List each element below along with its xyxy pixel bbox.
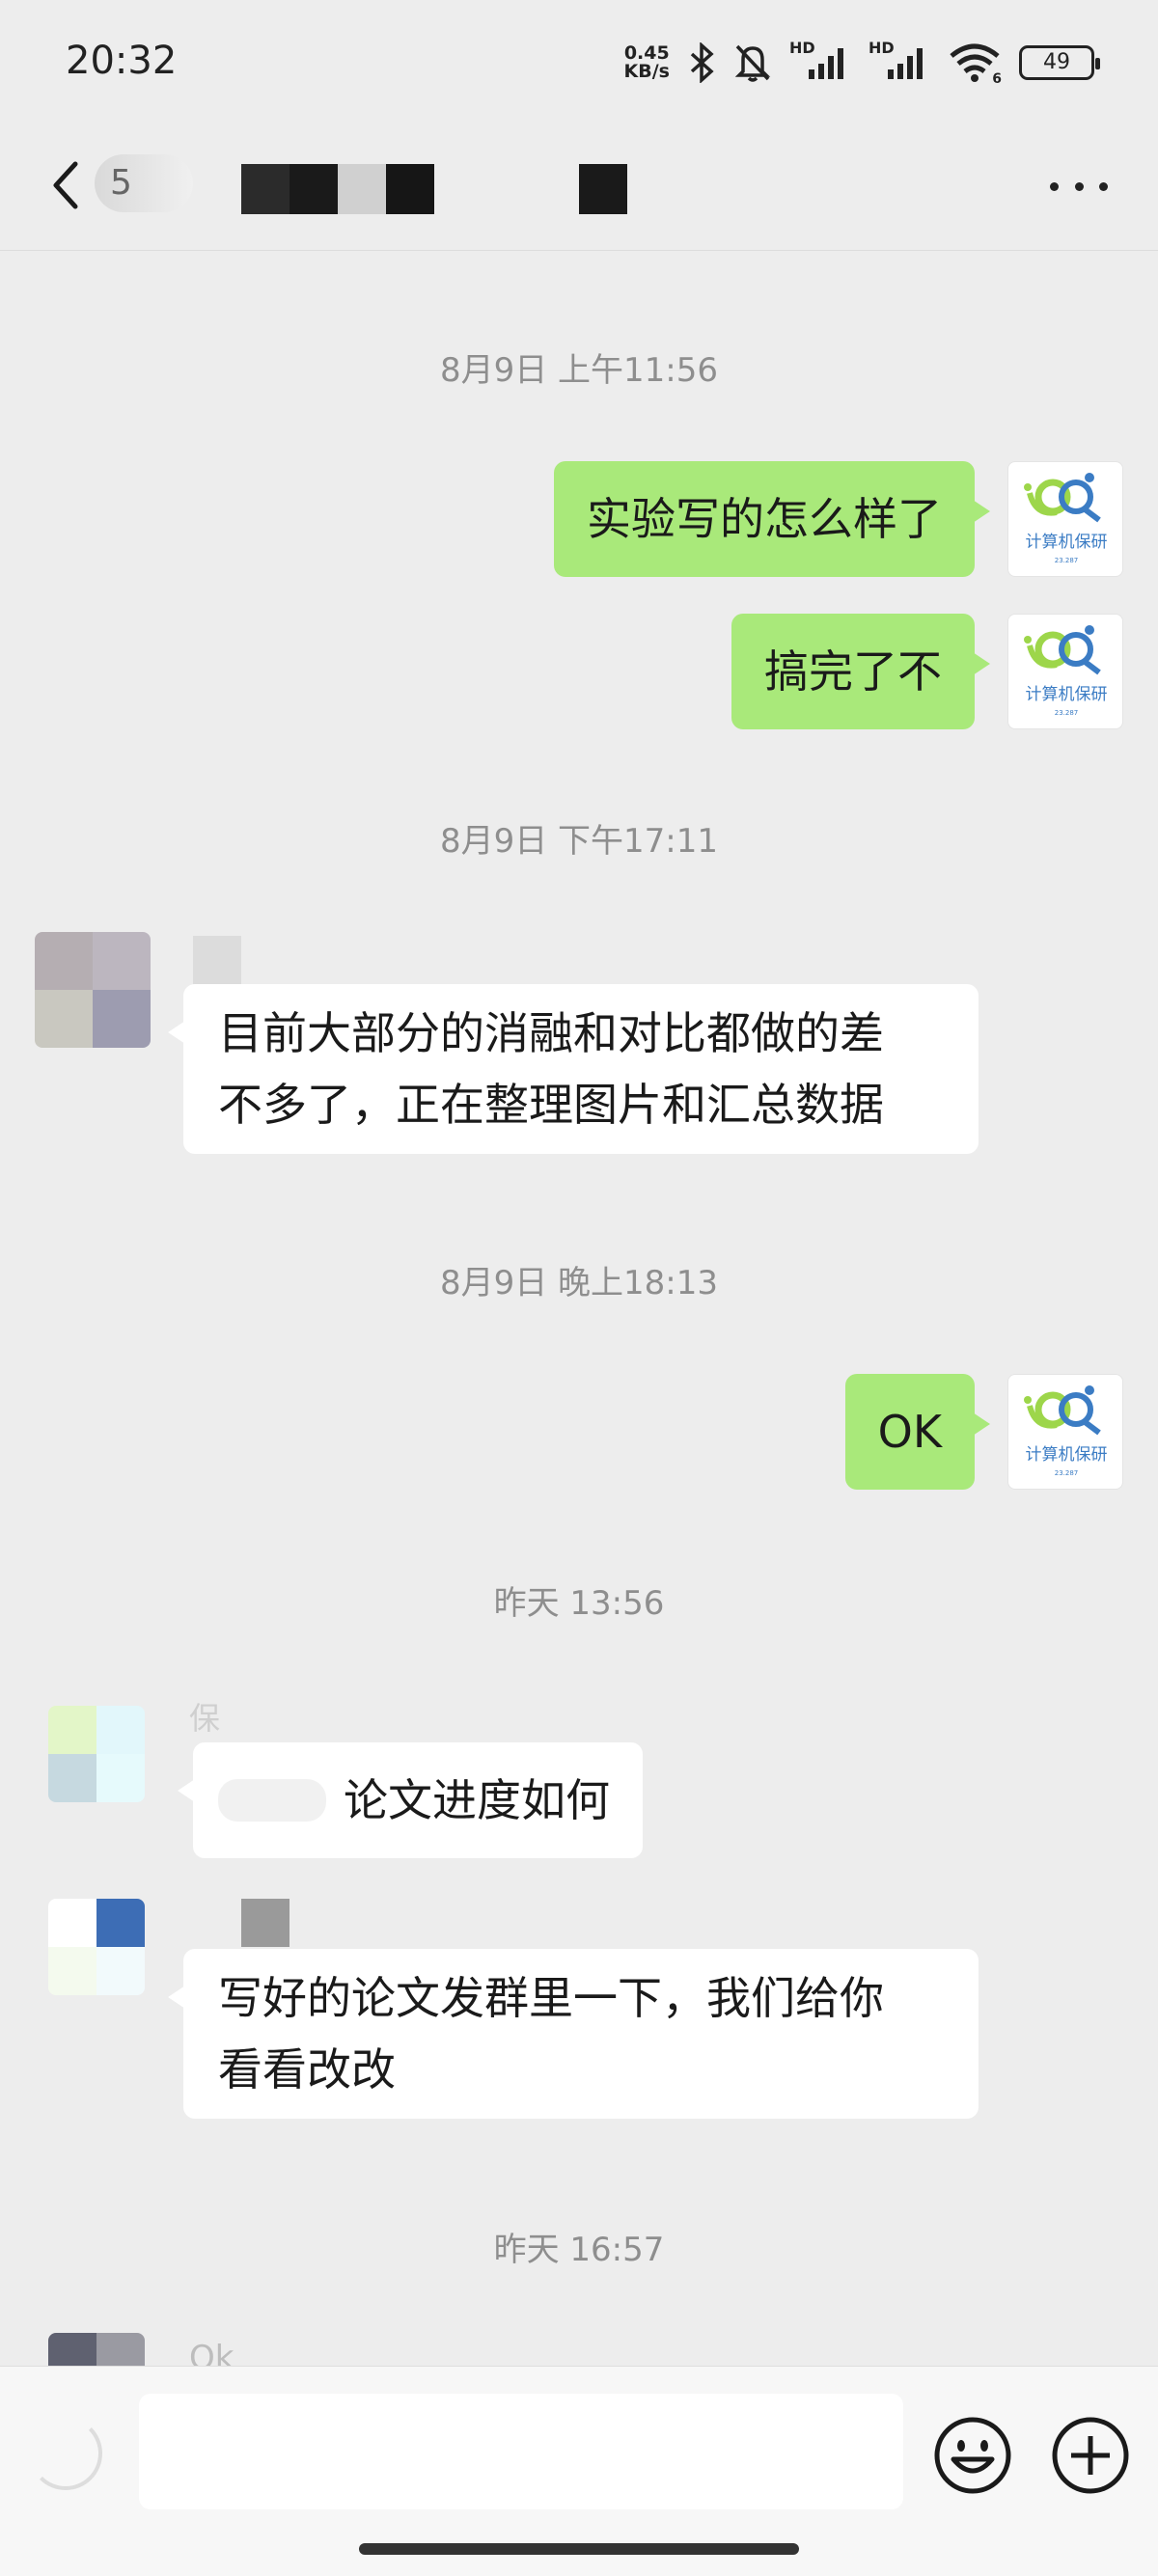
message-line: 看看改改	[218, 2043, 396, 2096]
my-avatar[interactable]: 计算机保研 23.287	[1007, 461, 1123, 577]
redacted-block	[290, 164, 338, 214]
contact-avatar[interactable]	[48, 1899, 145, 1995]
more-options-button[interactable]	[1050, 172, 1108, 201]
logo-caption: 计算机保研	[1026, 685, 1108, 704]
bluetooth-icon	[690, 42, 714, 83]
message-input[interactable]	[139, 2394, 903, 2509]
plus-icon[interactable]	[1050, 2415, 1131, 2496]
my-avatar[interactable]: 计算机保研 23.287	[1007, 614, 1123, 729]
more-dot	[1074, 181, 1084, 191]
message-line: 不多了，正在整理图片和汇总数据	[218, 1079, 884, 1131]
timestamp: 8月9日 晚上18:13	[439, 1264, 719, 1302]
network-speed-unit: KB/s	[623, 61, 670, 82]
redacted-block	[386, 164, 434, 214]
signal-2-label: HD	[868, 39, 895, 57]
contact-avatar[interactable]	[48, 1706, 145, 1802]
home-indicator[interactable]	[359, 2543, 799, 2555]
signal-2: HD	[868, 39, 930, 83]
more-dot	[1099, 181, 1108, 191]
contact-avatar[interactable]	[35, 932, 151, 1048]
contact-message-bubble[interactable]: 论文进度如何	[178, 1742, 643, 1858]
timestamp: 昨天 16:57	[493, 2231, 665, 2269]
logo-caption: 计算机保研	[1026, 1445, 1108, 1465]
wifi: 6	[948, 42, 1002, 87]
emoji-icon[interactable]	[932, 2415, 1013, 2496]
timestamp: 昨天 13:56	[493, 1584, 665, 1623]
my-message-bubble[interactable]: OK	[844, 1374, 991, 1490]
status-icons: 0.45 KB/s HD HD 6 49	[624, 39, 1100, 87]
status-time: 20:32	[66, 39, 178, 83]
logo-icon: 计算机保研 23.287	[1024, 473, 1108, 564]
redacted-block	[579, 164, 627, 214]
logo-sub-caption: 23.287	[1055, 709, 1079, 717]
status-bar: 20:32 0.45 KB/s HD HD 6 49	[0, 0, 1158, 125]
message-line: 目前大部分的消融和对比都做的差	[218, 1007, 884, 1059]
redacted-block	[241, 164, 290, 214]
chat-header: 5	[0, 125, 1158, 251]
message-text: 论文进度如何	[344, 1774, 610, 1826]
chat-title-blurred: 5	[95, 154, 193, 212]
my-avatar[interactable]: 计算机保研 23.287	[1007, 1374, 1123, 1490]
sender-name-redacted	[193, 936, 241, 984]
message-line: 写好的论文发群里一下，我们给你	[218, 1972, 884, 2024]
timestamp: 8月9日 下午17:11	[439, 822, 719, 861]
chat-title: 5	[95, 152, 193, 214]
avatar-pixelated	[48, 1899, 145, 1995]
mention-redacted	[218, 1779, 326, 1822]
contact-avatar[interactable]	[48, 2333, 145, 2366]
wifi-label: 6	[992, 71, 1002, 87]
sender-name-redacted	[241, 1899, 290, 1947]
network-speed: 0.45 KB/s	[624, 44, 670, 81]
mute-bell-icon	[734, 44, 771, 82]
my-message-bubble[interactable]: 实验写的怎么样了	[554, 461, 990, 577]
battery-indicator: 49	[1019, 45, 1100, 80]
signal-1: HD	[789, 39, 851, 83]
logo-sub-caption: 23.287	[1055, 1469, 1079, 1477]
my-message-bubble[interactable]: 搞完了不	[731, 614, 990, 729]
contact-message-bubble[interactable]: 写好的论文发群里一下，我们给你 看看改改	[168, 1949, 979, 2119]
more-dot	[1050, 181, 1059, 191]
signal-1-label: HD	[789, 39, 815, 57]
logo-icon: 计算机保研 23.287	[1024, 1385, 1108, 1477]
voice-toggle-button[interactable]	[29, 2417, 102, 2490]
avatar-pixelated	[48, 1706, 145, 1802]
logo-icon: 计算机保研 23.287	[1024, 625, 1108, 717]
back-arrow-icon[interactable]	[42, 156, 91, 214]
sender-name: 保	[189, 1700, 221, 1737]
logo-caption: 计算机保研	[1026, 533, 1108, 552]
avatar-pixelated	[35, 932, 151, 1048]
contact-message-bubble[interactable]: 目前大部分的消融和对比都做的差 不多了，正在整理图片和汇总数据	[168, 984, 979, 1154]
redacted-block	[338, 164, 386, 214]
partial-message: Ok	[189, 2339, 234, 2366]
logo-sub-caption: 23.287	[1055, 557, 1079, 564]
timestamp: 8月9日 上午11:56	[439, 351, 719, 390]
